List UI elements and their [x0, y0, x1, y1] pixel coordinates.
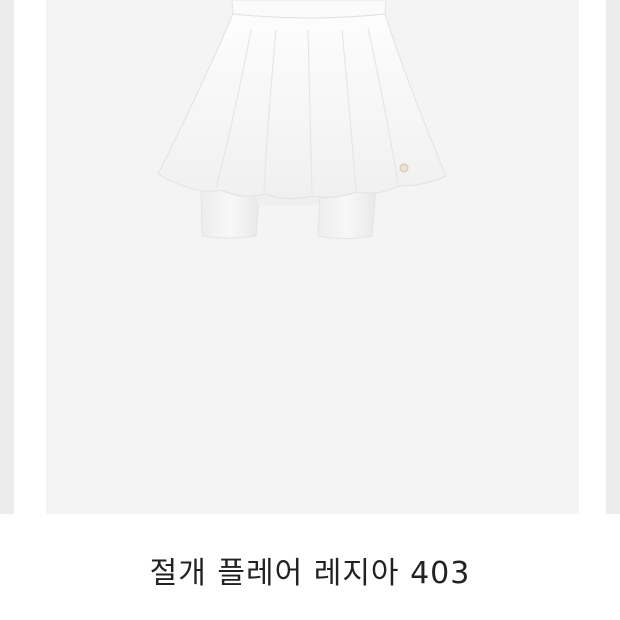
previous-card-edge[interactable] — [0, 0, 14, 514]
product-image-card[interactable] — [46, 0, 579, 514]
product-page: 절개 플레어 레지아 403 — [0, 0, 620, 620]
white-flare-skirt-image — [157, 0, 447, 239]
next-card-edge[interactable] — [606, 0, 620, 514]
logo-emblem — [399, 163, 409, 173]
waistband — [231, 0, 387, 19]
product-title[interactable]: 절개 플레어 레지아 403 — [0, 552, 620, 596]
